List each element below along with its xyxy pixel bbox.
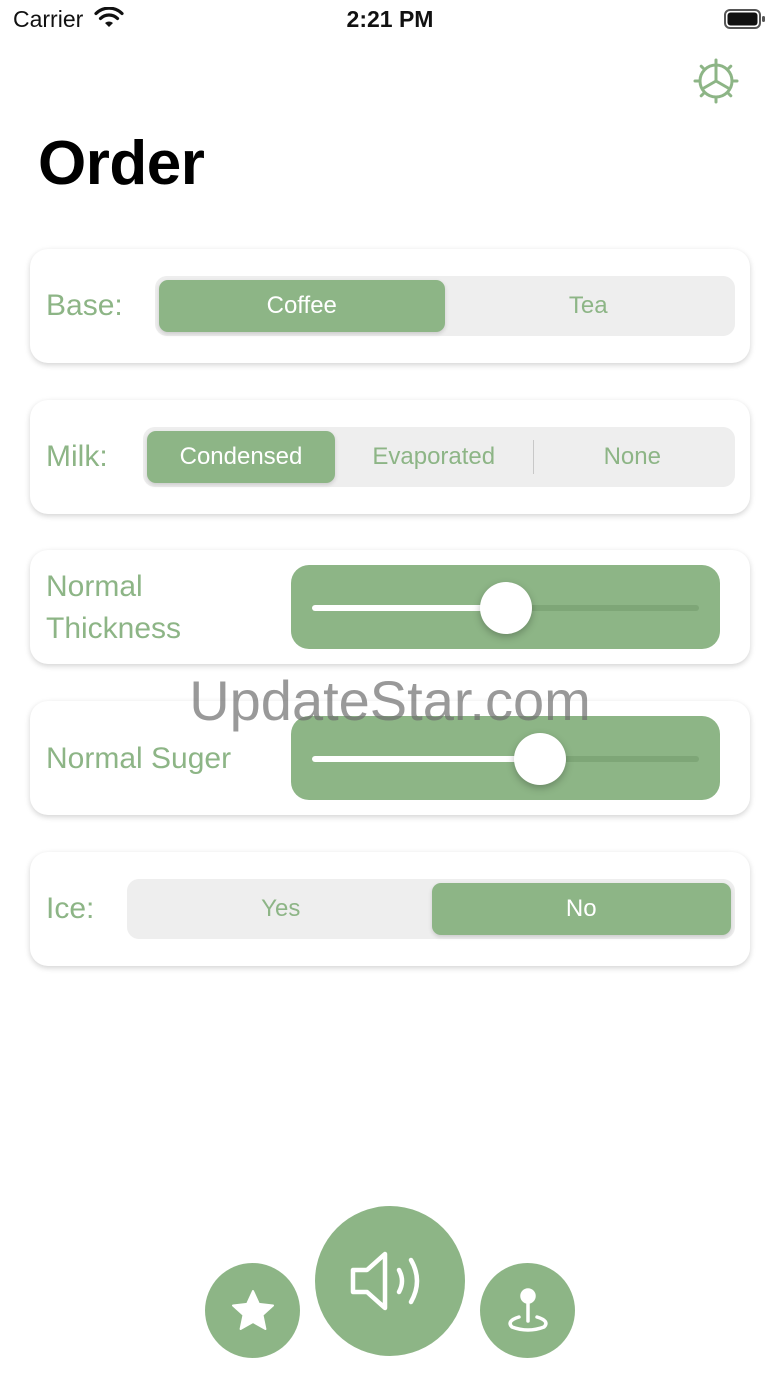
map-pin-icon xyxy=(507,1287,548,1332)
speaker-icon xyxy=(350,1251,420,1311)
milk-option-evaporated[interactable]: Evaporated xyxy=(335,431,533,483)
milk-card: Milk: Condensed Evaporated None xyxy=(30,400,750,514)
star-icon xyxy=(231,1289,274,1330)
slider-track xyxy=(312,756,699,762)
sugar-slider-thumb[interactable] xyxy=(514,733,566,785)
milk-option-none[interactable]: None xyxy=(534,431,732,483)
milk-segmented-control: Condensed Evaporated None xyxy=(143,427,735,487)
thickness-slider[interactable] xyxy=(291,565,720,649)
settings-button[interactable] xyxy=(692,57,740,105)
milk-option-condensed[interactable]: Condensed xyxy=(147,431,335,483)
ice-segmented-control: Yes No xyxy=(127,879,735,939)
base-card: Base: Coffee Tea xyxy=(30,249,750,363)
gear-icon xyxy=(693,58,739,104)
slider-fill xyxy=(312,605,506,611)
ice-label: Ice: xyxy=(46,892,95,925)
sugar-slider[interactable] xyxy=(291,716,720,800)
thickness-card: Normal Thickness xyxy=(30,550,750,664)
speak-button[interactable] xyxy=(315,1206,465,1356)
ice-card: Ice: Yes No xyxy=(30,852,750,966)
thickness-slider-thumb[interactable] xyxy=(480,582,532,634)
status-bar: Carrier 2:21 PM xyxy=(0,0,780,40)
ice-option-no[interactable]: No xyxy=(431,883,731,935)
location-button[interactable] xyxy=(480,1263,575,1358)
sugar-label: Normal Suger xyxy=(46,742,232,775)
milk-label: Milk: xyxy=(46,440,108,473)
clock: 2:21 PM xyxy=(346,6,434,32)
slider-fill xyxy=(312,756,540,762)
battery-icon xyxy=(724,9,765,29)
base-label: Base: xyxy=(46,289,123,322)
order-screen: Carrier 2:21 PM Order Base: Coffee Tea M… xyxy=(0,0,780,1387)
sugar-card: Normal Suger xyxy=(30,701,750,815)
ice-option-yes[interactable]: Yes xyxy=(131,883,431,935)
base-option-tea[interactable]: Tea xyxy=(446,280,732,332)
base-option-coffee[interactable]: Coffee xyxy=(159,280,445,332)
thickness-label: Normal Thickness xyxy=(46,570,182,645)
page-title: Order xyxy=(38,129,205,198)
base-segmented-control: Coffee Tea xyxy=(155,276,735,336)
favorite-button[interactable] xyxy=(205,1263,300,1358)
